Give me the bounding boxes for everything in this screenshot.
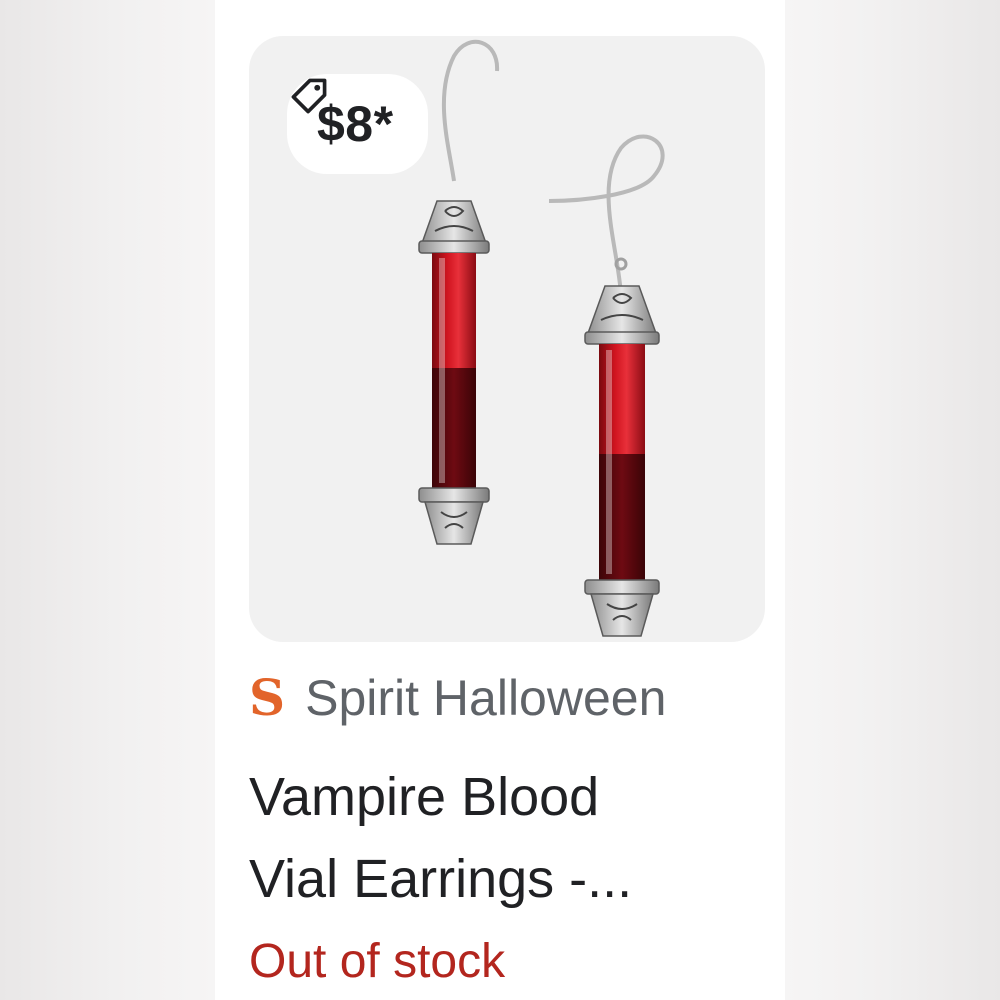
price-chip[interactable]: $8*: [287, 74, 428, 174]
availability-status: Out of stock: [249, 935, 506, 988]
background-blur-right: [785, 0, 1000, 1000]
merchant-logo-icon: S: [249, 668, 286, 727]
merchant-name: Spirit Halloween: [305, 670, 667, 726]
product-title[interactable]: Vampire Blood Vial Earrings -...: [249, 756, 769, 920]
product-title-line-2: Vial Earrings -...: [249, 849, 633, 909]
merchant-row[interactable]: S Spirit Halloween: [249, 668, 666, 728]
product-image[interactable]: $8*: [249, 36, 765, 642]
background-blur-left: [0, 0, 215, 1000]
tag-icon: [291, 78, 327, 114]
product-title-line-1: Vampire Blood: [249, 767, 600, 827]
product-card[interactable]: $8* S Spirit Halloween Vampire Blood Via…: [215, 0, 785, 1000]
